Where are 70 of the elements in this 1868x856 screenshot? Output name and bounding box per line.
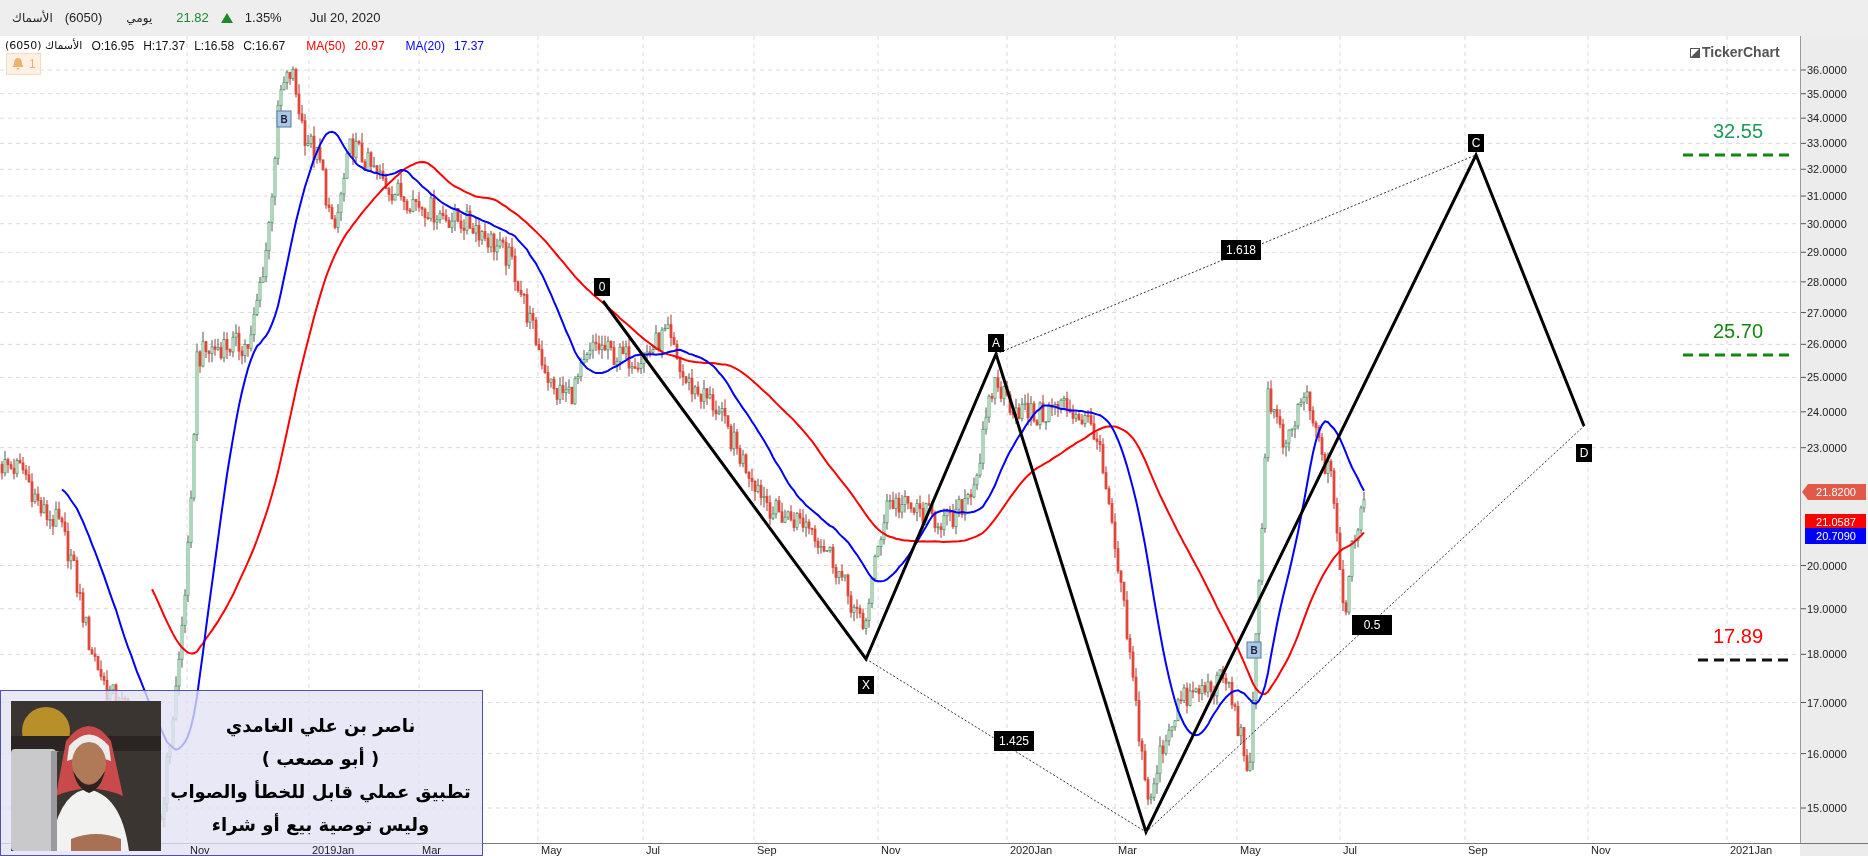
y-axis-label: 25.0000 — [1800, 371, 1847, 384]
pattern-point-label: 0 — [594, 278, 610, 296]
x-axis-label: Jul — [646, 844, 661, 856]
x-axis-label: Nov — [190, 844, 210, 856]
y-axis-label: 30.0000 — [1800, 217, 1847, 230]
pattern-point-label: X — [858, 676, 874, 694]
date-label: Jul 20, 2020 — [309, 9, 381, 28]
indicator-value: 17.37 — [453, 38, 484, 55]
indicator-name: MA(50) — [306, 38, 346, 55]
y-axis-label: 29.0000 — [1800, 246, 1847, 259]
symbol-code: (6050) — [64, 9, 103, 28]
y-axis-label: 31.0000 — [1800, 190, 1847, 203]
y-axis-label: 33.0000 — [1800, 137, 1847, 150]
y-axis-label: 23.0000 — [1800, 441, 1847, 454]
price-tag: 21.8200 — [1802, 484, 1866, 500]
y-axis-label: 34.0000 — [1800, 112, 1847, 125]
alert-badge[interactable]: 1 — [6, 53, 41, 75]
y-axis-label: 36.0000 — [1800, 64, 1847, 76]
x-axis-label: Mar — [422, 844, 441, 856]
x-axis-label: Nov — [1591, 844, 1611, 856]
ohlc-value: H:17.37 — [143, 38, 186, 55]
x-axis-label: May — [541, 844, 562, 856]
pattern-point-label: A — [988, 334, 1004, 352]
level-value: 25.70 — [1712, 320, 1764, 342]
ratio-label: 0.5 — [1352, 615, 1392, 635]
y-axis-label: 18.0000 — [1800, 648, 1847, 661]
y-axis-label: 19.0000 — [1800, 602, 1847, 615]
change-percent: 1.35% — [244, 9, 282, 28]
y-axis-label: 27.0000 — [1800, 306, 1847, 319]
x-axis-label: 2021Jan — [1730, 844, 1773, 856]
y-axis-label: 20.0000 — [1800, 559, 1847, 572]
ohlc-value: C:16.67 — [243, 38, 286, 55]
x-axis-label: 2020Jan — [1010, 844, 1053, 856]
x-axis-label: Mar — [1118, 844, 1137, 856]
buy-marker: B — [276, 110, 292, 128]
y-axis-label: 35.0000 — [1800, 87, 1847, 100]
x-axis-label: 2019Jan — [312, 844, 355, 856]
author-text: ناصر بن علي الغامدي — [225, 714, 416, 739]
pattern-point-label: C — [1468, 134, 1484, 152]
x-axis-label: Nov — [881, 844, 901, 856]
author-text: تطبيق عملي قابل للخطأ والصواب — [170, 779, 471, 805]
legend-symbol: الأسماك (6050) — [5, 37, 83, 54]
pattern-point-label: D — [1576, 444, 1592, 462]
x-axis-label: Jul — [1343, 844, 1358, 856]
indicator-value: 20.97 — [354, 38, 385, 55]
buy-marker: B — [1246, 641, 1262, 659]
ohlc-value: O:16.95 — [91, 38, 135, 55]
ratio-label: 1.618 — [1221, 240, 1261, 260]
level-value: 32.55 — [1712, 120, 1764, 142]
logo-text: TickerChart — [1702, 43, 1780, 62]
y-axis-label: 24.0000 — [1800, 405, 1847, 418]
symbol-name: الأسماك — [12, 9, 53, 27]
ratio-label: 1.425 — [994, 731, 1034, 751]
y-axis-label: 15.0000 — [1800, 802, 1847, 814]
period-label: يومي — [126, 10, 153, 27]
x-axis-label: Sep — [757, 844, 777, 856]
level-value: 17.89 — [1712, 625, 1764, 647]
y-axis-label: 16.0000 — [1800, 747, 1847, 760]
x-axis-label: Sep — [1468, 844, 1488, 856]
y-axis-label: 17.0000 — [1800, 696, 1847, 709]
y-axis-label: 32.0000 — [1800, 163, 1847, 176]
author-text: ( أبو مصعب ) — [261, 746, 380, 772]
x-axis-label: May — [1240, 844, 1261, 856]
indicator-name: MA(20) — [405, 38, 445, 55]
last-price: 21.82 — [176, 9, 209, 28]
ohlc-value: L:16.58 — [194, 38, 235, 55]
y-axis-label: 28.0000 — [1800, 275, 1847, 288]
author-text: وليس توصية بيع أو شراء — [211, 812, 430, 838]
price-tag: 20.7090 — [1805, 528, 1866, 544]
y-axis-label: 26.0000 — [1800, 338, 1847, 351]
